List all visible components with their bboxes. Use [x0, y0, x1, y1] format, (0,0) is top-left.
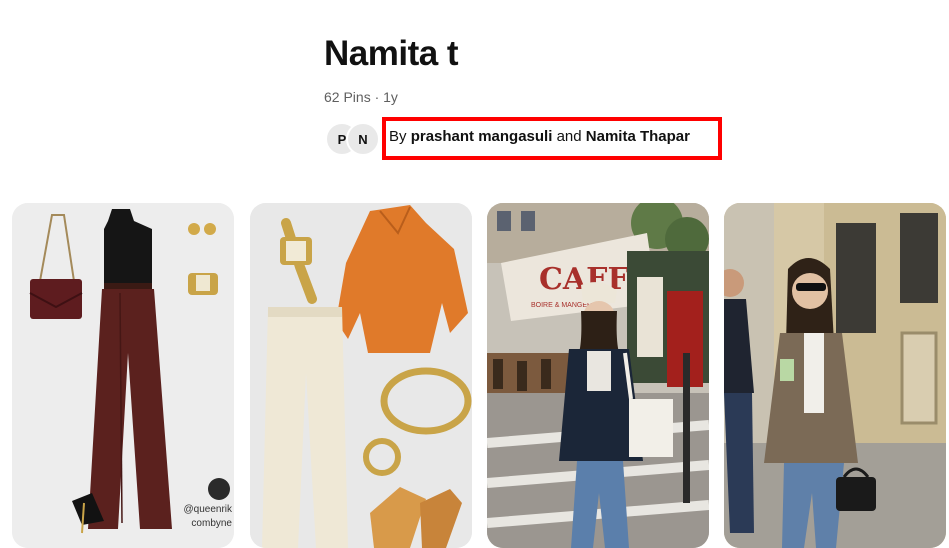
board-meta: 62 Pins · 1y [324, 89, 398, 105]
creator-avatar[interactable] [208, 478, 230, 500]
credit-handle: @queenrik [183, 504, 232, 515]
pin-image: CAFF BOIRE & MANGER [487, 203, 709, 548]
pin-image [250, 203, 472, 548]
highlight-box [382, 117, 722, 160]
pin-image [724, 203, 946, 548]
pin-card[interactable]: @queenrik combyne [12, 203, 234, 548]
awning-text: BOIRE & MANGER [531, 302, 592, 309]
pin-card[interactable]: CAFF BOIRE & MANGER [487, 203, 709, 548]
board-title: Namita t [324, 34, 459, 73]
pin-image [12, 203, 234, 548]
pin-card[interactable] [250, 203, 472, 548]
avatar-collaborator[interactable]: N [346, 122, 380, 156]
credit-brand: combyne [191, 518, 232, 529]
pin-card[interactable] [724, 203, 946, 548]
